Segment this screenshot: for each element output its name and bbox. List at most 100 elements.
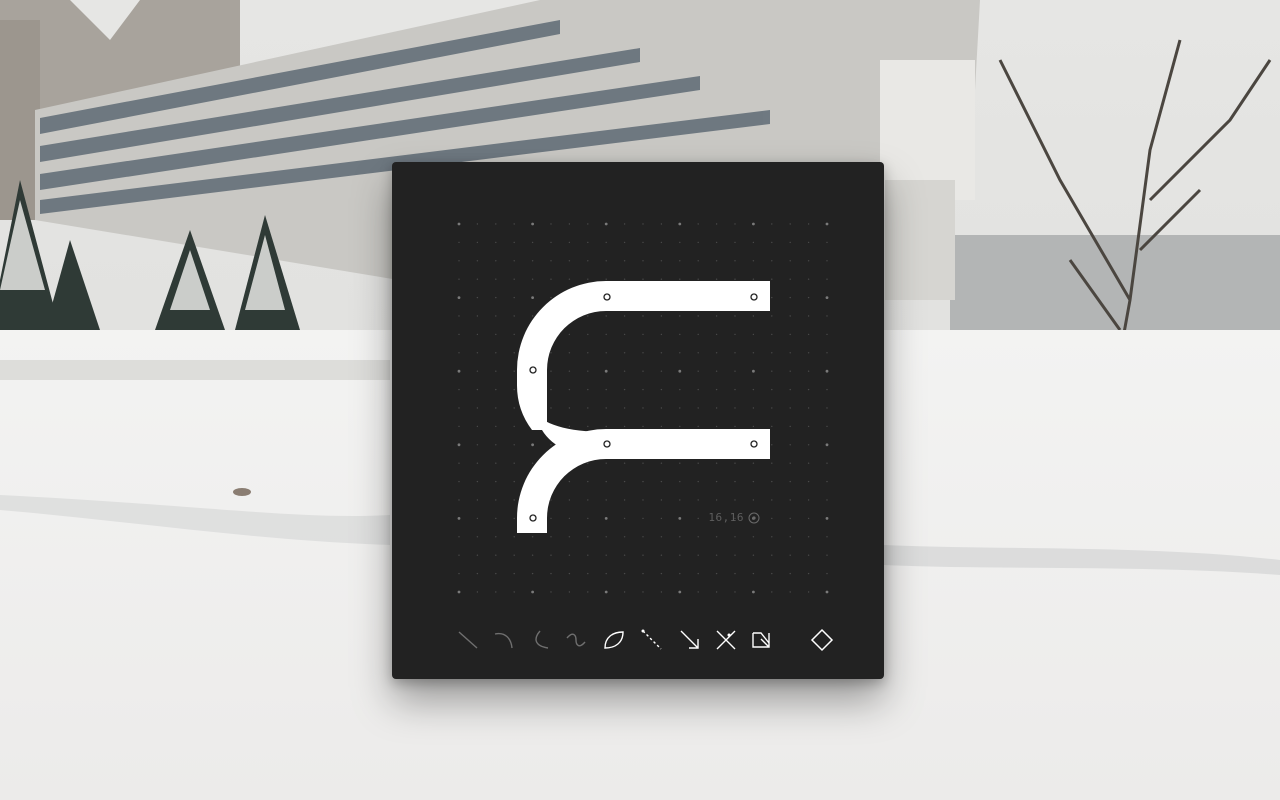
grid-dot (752, 352, 755, 354)
grid-dot (697, 388, 699, 391)
grid-dot (513, 223, 515, 225)
grid-dot (568, 388, 571, 391)
grid-dot (734, 260, 736, 262)
grid-dot (605, 278, 607, 280)
grid-dot (734, 241, 736, 244)
grid-dot (771, 315, 773, 317)
grid-dot (476, 591, 479, 593)
s-curve-tool-button[interactable] (558, 622, 594, 658)
grid-dot (476, 480, 479, 483)
grid-dot (623, 572, 626, 575)
drawing-canvas[interactable] (392, 162, 884, 679)
grid-dot (789, 352, 791, 354)
grid-dot (826, 480, 828, 483)
grid-dot (679, 554, 681, 556)
grid-dot (642, 572, 644, 575)
grid-dot (495, 388, 497, 391)
grid-dot (715, 388, 718, 391)
grid-dot (789, 425, 791, 428)
grid-dot (752, 462, 755, 464)
grid-dot (642, 278, 644, 280)
grid-dot (789, 499, 791, 501)
grid-dot (605, 572, 607, 575)
grid-dot (697, 260, 699, 262)
grid-dot (697, 241, 699, 244)
grid-dot (495, 536, 497, 538)
grid-dot (623, 223, 626, 225)
grid-dot (531, 462, 534, 464)
grid-dot (587, 352, 589, 354)
grid-dot (587, 572, 589, 575)
grid-dot (458, 241, 460, 244)
dot-grid (457, 222, 829, 594)
arrow-tool-button[interactable] (672, 622, 708, 658)
grid-dot (660, 572, 663, 575)
grid-dot (789, 480, 791, 483)
grid-dot (752, 407, 755, 409)
leaf-shape-tool-icon (604, 631, 624, 649)
grid-dot (513, 554, 515, 556)
arc-tool-button[interactable] (522, 622, 558, 658)
grid-dot (495, 444, 497, 446)
glyph-shape[interactable] (516, 281, 770, 533)
grid-dot (550, 517, 552, 520)
grid-dot (495, 315, 497, 317)
grid-dot (752, 480, 755, 483)
grid-dot (458, 425, 460, 428)
grid-dot (623, 480, 626, 483)
grid-dot (826, 499, 828, 501)
grid-dot (752, 333, 755, 336)
grid-dot (623, 499, 626, 501)
grid-dot (715, 260, 718, 262)
grid-dot (458, 480, 460, 483)
grid-dot (807, 278, 810, 280)
grid-dot (789, 554, 791, 556)
grid-dot (587, 499, 589, 501)
line-tool-button[interactable] (450, 622, 486, 658)
grid-dot (734, 370, 736, 372)
grid-dot (715, 554, 718, 556)
grid-dot (660, 591, 663, 593)
grid-dot (476, 444, 479, 446)
cross-tool-button[interactable] (708, 622, 744, 658)
grid-dot (789, 370, 791, 372)
grid-dot (678, 590, 682, 594)
curve-tool-button[interactable] (486, 622, 522, 658)
grid-dot (476, 333, 479, 336)
grid-dot (807, 407, 810, 409)
grid-dot (605, 425, 607, 428)
grid-dot (807, 517, 810, 520)
grid-dot (476, 407, 479, 409)
grid-dot (807, 554, 810, 556)
grid-dot (458, 333, 460, 336)
grid-dot (807, 260, 810, 262)
grid-dot (513, 296, 515, 299)
grid-dot (495, 499, 497, 501)
grid-dot (734, 462, 736, 464)
leaf-shape-tool-button[interactable] (596, 622, 632, 658)
grid-dot (752, 536, 755, 538)
grid-dot (789, 315, 791, 317)
grid-dot (458, 278, 460, 280)
grid-dot (642, 554, 644, 556)
grid-dot (660, 333, 663, 336)
grid-dot (623, 407, 626, 409)
diamond-tool-button[interactable] (804, 622, 840, 658)
grid-dot (587, 517, 589, 520)
grid-dot (752, 554, 755, 556)
grid-dot (679, 480, 681, 483)
grid-dot (531, 222, 534, 226)
z-shape-tool-button[interactable] (744, 622, 780, 658)
grid-dot (568, 407, 571, 409)
grid-dot (642, 260, 644, 262)
grid-dot (679, 536, 681, 538)
grid-dot (642, 480, 644, 483)
dashed-line-tool-button[interactable] (634, 622, 670, 658)
grid-dot (513, 315, 515, 317)
grid-dot (531, 536, 534, 538)
grid-dot (568, 480, 571, 483)
grid-dot (604, 222, 608, 226)
grid-dot (734, 352, 736, 354)
grid-dot (715, 591, 718, 593)
grid-dot (697, 352, 699, 354)
